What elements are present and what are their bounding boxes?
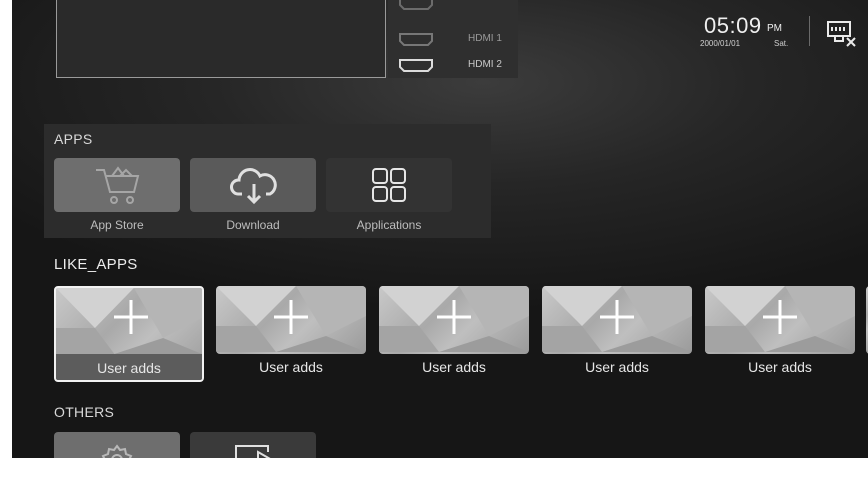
like-app-label: User adds: [97, 360, 161, 376]
cart-icon: [96, 166, 140, 204]
like-app-tile-1[interactable]: User adds: [54, 286, 204, 382]
screen-cast-icon: [235, 445, 271, 458]
hdmi-icon: [399, 33, 433, 46]
hdmi2-label: HDMI 2: [468, 59, 502, 70]
plus-icon: [763, 300, 797, 334]
like-app-label: User adds: [585, 359, 649, 375]
like-app-tile-4[interactable]: [542, 286, 692, 354]
download-tile[interactable]: [190, 158, 316, 212]
download-label: Download: [226, 218, 280, 232]
app-store-label: App Store: [90, 218, 144, 232]
applications-tile[interactable]: [326, 158, 452, 212]
clock-time: 05:09: [704, 13, 762, 38]
ethernet-disconnected-icon[interactable]: [826, 20, 858, 48]
day-label: Sat.: [774, 39, 789, 48]
like-app-label: User adds: [422, 359, 486, 375]
input-source-hdmi1[interactable]: HDMI 1: [388, 28, 518, 52]
input-source-partial[interactable]: [388, 0, 518, 16]
others-section-title: OTHERS: [54, 404, 115, 420]
status-divider: [809, 16, 810, 46]
date-label: 2000/01/01: [700, 39, 741, 48]
like-app-label: User adds: [748, 359, 812, 375]
hdmi-icon: [399, 59, 433, 72]
plus-icon: [437, 300, 471, 334]
settings-tile[interactable]: [54, 432, 180, 458]
like-app-tile-5[interactable]: [705, 286, 855, 354]
input-source-hdmi2[interactable]: HDMI 2: [388, 54, 518, 78]
like-app-tile-2[interactable]: [216, 286, 366, 354]
plus-icon: [274, 300, 308, 334]
input-source-list: HDMI 1 HDMI 2: [388, 0, 518, 78]
hdmi1-label: HDMI 1: [468, 33, 502, 44]
plus-icon: [114, 300, 148, 334]
grid-icon: [372, 168, 406, 202]
gear-icon: [101, 444, 133, 458]
like-app-label: User adds: [259, 359, 323, 375]
clock-ampm: PM: [767, 23, 782, 34]
input-preview-window[interactable]: [56, 0, 386, 78]
like-app-tile-3[interactable]: [379, 286, 529, 354]
app-store-tile[interactable]: [54, 158, 180, 212]
like-apps-section-title: LIKE_APPS: [54, 256, 138, 273]
plus-icon: [600, 300, 634, 334]
hdmi-icon: [399, 0, 433, 10]
apps-section-title: APPS: [54, 131, 93, 147]
applications-label: Applications: [356, 218, 422, 232]
cloud-download-icon: [230, 168, 277, 205]
tv-home-screen: HDMI 1 HDMI 2 05:09 PM 2000/01/01 Sat. A…: [12, 0, 868, 458]
screen-cast-tile[interactable]: [190, 432, 316, 458]
